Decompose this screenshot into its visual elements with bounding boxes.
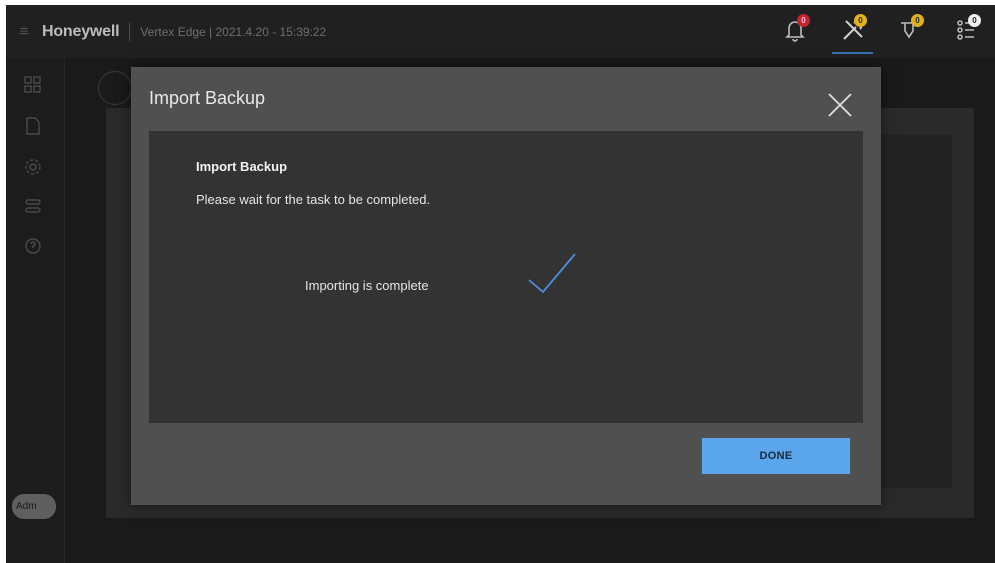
status-text: Importing is complete bbox=[305, 278, 429, 293]
done-button[interactable]: DONE bbox=[702, 438, 850, 474]
active-tab-indicator bbox=[832, 52, 873, 54]
tools-button[interactable]: 0 bbox=[824, 5, 881, 58]
tools-badge: 0 bbox=[854, 14, 867, 27]
list-settings-badge: 0 bbox=[968, 14, 981, 27]
top-icon-group: 0 0 0 0 bbox=[767, 5, 995, 58]
brand-logo: Honeywell bbox=[42, 22, 120, 40]
help-icon[interactable] bbox=[23, 236, 43, 256]
app-subtitle: Vertex Edge | 2021.4.20 - 15:39:22 bbox=[140, 24, 327, 39]
alarm-tag-badge: 0 bbox=[911, 14, 924, 27]
avatar[interactable]: Adm bbox=[12, 494, 56, 519]
gear-icon[interactable] bbox=[23, 157, 43, 177]
list-settings-button[interactable]: 0 bbox=[938, 5, 995, 58]
import-backup-dialog: Import Backup Import Backup Please wait … bbox=[131, 67, 881, 505]
top-bar: ≡ Honeywell Vertex Edge | 2021.4.20 - 15… bbox=[6, 5, 995, 58]
grid-icon[interactable] bbox=[23, 75, 43, 95]
alarm-tag-button[interactable]: 0 bbox=[881, 5, 938, 58]
dialog-title: Import Backup bbox=[149, 88, 266, 108]
checkmark-icon bbox=[528, 253, 576, 294]
close-icon[interactable] bbox=[825, 90, 855, 120]
sliders-icon[interactable] bbox=[23, 196, 43, 216]
body-message: Please wait for the task to be completed… bbox=[196, 192, 431, 207]
dialog-body: Import Backup Please wait for the task t… bbox=[149, 131, 863, 423]
sidebar: Adm bbox=[6, 58, 65, 563]
notifications-badge: 0 bbox=[797, 14, 810, 27]
body-heading: Import Backup bbox=[196, 159, 288, 174]
menu-icon[interactable]: ≡ bbox=[6, 23, 42, 40]
notifications-button[interactable]: 0 bbox=[767, 5, 824, 58]
document-icon[interactable] bbox=[23, 116, 43, 136]
divider bbox=[129, 22, 131, 41]
back-button[interactable] bbox=[98, 71, 132, 105]
